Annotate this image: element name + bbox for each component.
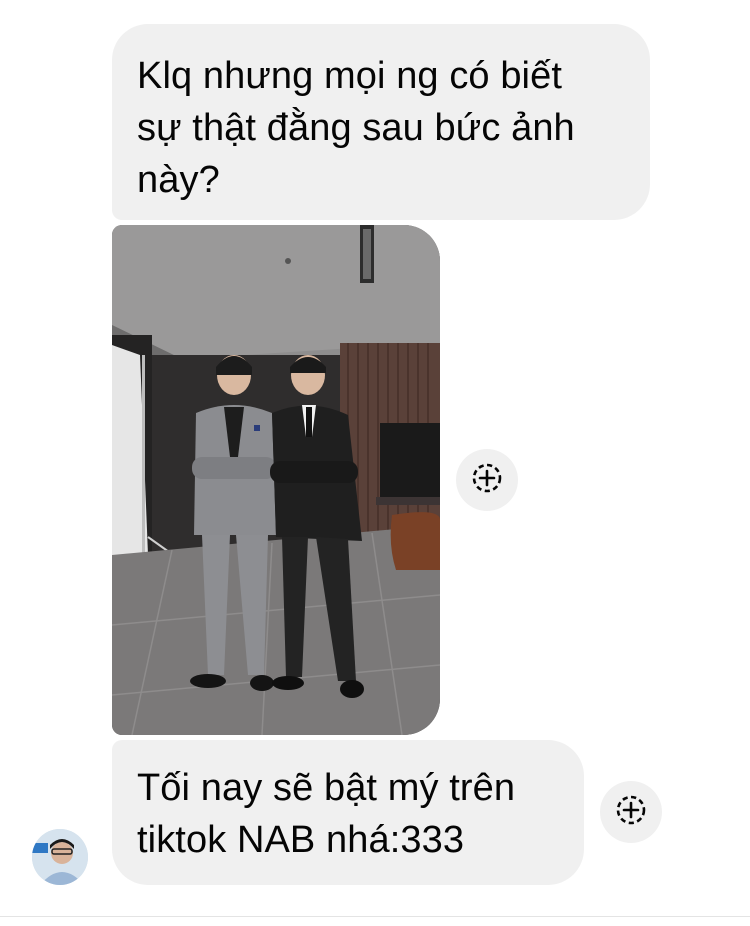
divider — [0, 916, 750, 917]
add-reaction-button[interactable] — [456, 449, 518, 511]
message-text: Klq nhưng mọi ng có biết sự thật đằng sa… — [137, 55, 575, 201]
photo-message[interactable] — [112, 225, 440, 735]
message-text: Tối nay sẽ bật mý trên tiktok NAB nhá:33… — [137, 767, 516, 861]
add-reaction-icon — [469, 460, 505, 501]
avatar[interactable] — [32, 829, 88, 885]
message-bubble[interactable]: Tối nay sẽ bật mý trên tiktok NAB nhá:33… — [112, 740, 584, 885]
message-bubble[interactable]: Klq nhưng mọi ng có biết sự thật đằng sa… — [112, 24, 650, 220]
add-reaction-button[interactable] — [600, 781, 662, 843]
add-reaction-icon — [613, 792, 649, 833]
